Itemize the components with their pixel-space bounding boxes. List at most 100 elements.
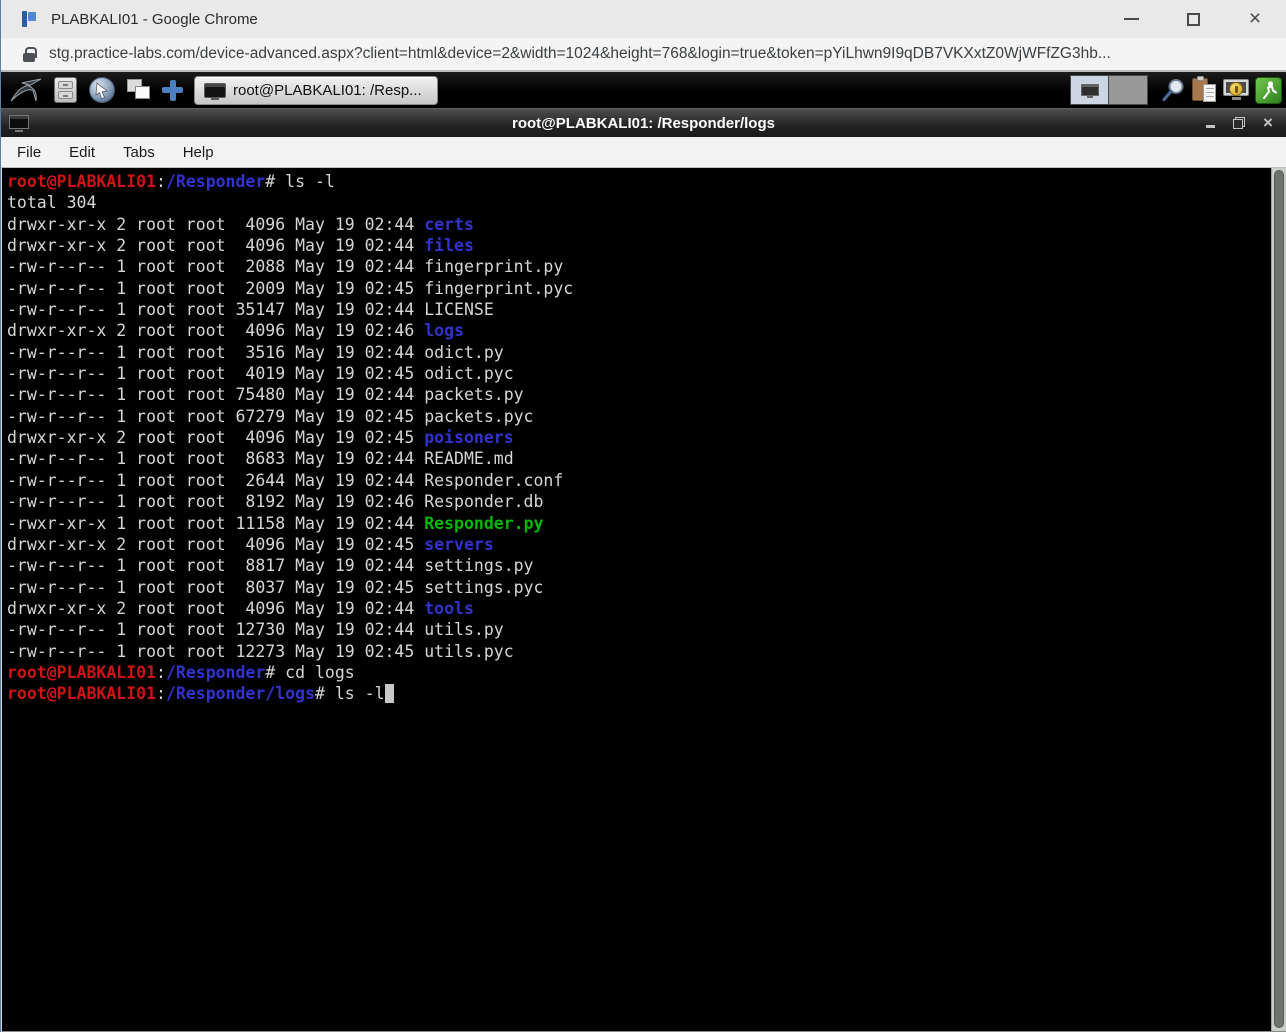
terminal-text-segment: -rw-r--r-- 1 root root 8192 May 19 02:46… bbox=[7, 492, 544, 512]
terminal-text-segment: Responder.py bbox=[424, 513, 544, 533]
menu-item-file[interactable]: File bbox=[7, 140, 51, 165]
terminal-text-segment: -rw-r--r-- 1 root root 12730 May 19 02:4… bbox=[7, 620, 504, 640]
terminal-text-segment: # ls -l bbox=[265, 172, 335, 191]
terminal-icon bbox=[204, 82, 226, 100]
logout-icon[interactable] bbox=[1255, 76, 1282, 104]
terminal-text-segment: -rw-r--r-- 1 root root 8037 May 19 02:45… bbox=[7, 577, 544, 597]
terminal-line: drwxr-xr-x 2 root root 4096 May 19 02:44… bbox=[7, 214, 1262, 235]
terminal-text-segment: -rw-r--r-- 1 root root 35147 May 19 02:4… bbox=[7, 300, 494, 320]
maximize-button[interactable] bbox=[1162, 0, 1224, 38]
terminal-cursor bbox=[384, 684, 395, 704]
clipboard-paper bbox=[1203, 83, 1216, 102]
terminal-line: -rw-r--r-- 1 root root 12273 May 19 02:4… bbox=[7, 641, 1262, 662]
terminal-text-segment: root@PLABKALI01 bbox=[7, 662, 157, 682]
terminal-text-segment: poisoners bbox=[424, 428, 514, 448]
drawer-icon bbox=[58, 91, 73, 100]
terminal-window-icon bbox=[9, 115, 29, 132]
terminal-line: -rw-r--r-- 1 root root 4019 May 19 02:45… bbox=[7, 363, 1262, 384]
terminal-text-segment: -rw-r--r-- 1 root root 2009 May 19 02:45… bbox=[7, 278, 574, 298]
terminal-text-segment: : bbox=[156, 684, 166, 704]
terminal-line: drwxr-xr-x 2 root root 4096 May 19 02:45… bbox=[7, 534, 1262, 555]
workspace-2-cell[interactable] bbox=[1109, 76, 1147, 104]
terminal-titlebar[interactable]: root@PLABKALI01: /Responder/logs × bbox=[1, 108, 1286, 137]
terminal-text-segment: -rw-r--r-- 1 root root 12273 May 19 02:4… bbox=[7, 641, 514, 661]
terminal-text-segment: total 304 bbox=[7, 193, 97, 213]
monitor-icon bbox=[1080, 84, 1099, 98]
terminal-line: total 304 bbox=[7, 192, 1262, 213]
terminal-scrollbar[interactable] bbox=[1271, 168, 1286, 1031]
lock-icon[interactable] bbox=[23, 46, 37, 62]
terminal-text-segment: : bbox=[156, 662, 166, 682]
terminal-minimize-button[interactable] bbox=[1202, 115, 1218, 131]
terminal-line: -rw-r--r-- 1 root root 8817 May 19 02:44… bbox=[7, 555, 1262, 576]
menu-item-tabs[interactable]: Tabs bbox=[113, 140, 165, 165]
chrome-titlebar: PLABKALI01 - Google Chrome × bbox=[1, 0, 1286, 38]
terminal-line: drwxr-xr-x 2 root root 4096 May 19 02:46… bbox=[7, 320, 1262, 341]
restore-icon bbox=[1233, 117, 1245, 129]
terminal-body: root@PLABKALI01:/Responder# ls -l total 3… bbox=[1, 168, 1286, 1032]
terminal-title: root@PLABKALI01: /Responder/logs bbox=[512, 114, 775, 132]
web-browser-icon[interactable] bbox=[88, 76, 116, 104]
kali-logo-icon[interactable] bbox=[9, 77, 43, 103]
workspace-1-cell[interactable] bbox=[1071, 76, 1109, 104]
url-text[interactable]: stg.practice-labs.com/device-advanced.as… bbox=[49, 45, 1111, 63]
clipboard-icon[interactable] bbox=[1190, 75, 1217, 104]
terminal-line: -rw-r--r-- 1 root root 2009 May 19 02:45… bbox=[7, 278, 1262, 299]
terminal-line: -rw-r--r-- 1 root root 8037 May 19 02:45… bbox=[7, 577, 1262, 598]
terminal-text-segment: drwxr-xr-x 2 root root 4096 May 19 02:46 bbox=[7, 321, 425, 341]
terminal-line: -rw-r--r-- 1 root root 2088 May 19 02:44… bbox=[7, 256, 1262, 277]
terminal-text-segment: servers bbox=[424, 534, 494, 554]
terminal-window-controls: × bbox=[1202, 109, 1276, 137]
terminal-text-segment: /Responder bbox=[165, 172, 266, 191]
file-manager-icon[interactable] bbox=[54, 77, 77, 103]
scrollbar-thumb[interactable] bbox=[1274, 170, 1284, 1028]
keyring-icon[interactable] bbox=[1221, 77, 1251, 103]
terminal-text-segment: -rw-r--r-- 1 root root 3516 May 19 02:44… bbox=[7, 342, 504, 362]
terminal-text-segment: # ls -l bbox=[314, 684, 385, 704]
chrome-window-controls: × bbox=[1100, 0, 1286, 38]
terminal-output[interactable]: root@PLABKALI01:/Responder# ls -l total 3… bbox=[2, 168, 1286, 705]
terminal-line: -rw-r--r-- 1 root root 8192 May 19 02:46… bbox=[7, 491, 1262, 512]
terminal-restore-button[interactable] bbox=[1231, 115, 1247, 131]
terminal-text-segment: drwxr-xr-x 2 root root 4096 May 19 02:44 bbox=[7, 214, 425, 234]
magnifier-icon[interactable] bbox=[1160, 77, 1186, 103]
terminal-text-segment: root@PLABKALI01 bbox=[7, 172, 157, 191]
terminal-text-segment: drwxr-xr-x 2 root root 4096 May 19 02:44 bbox=[7, 236, 425, 256]
terminal-text-segment: -rw-r--r-- 1 root root 4019 May 19 02:45… bbox=[7, 364, 514, 384]
terminal-text-segment: /Responder bbox=[165, 662, 266, 682]
taskbar-tab-label: root@PLABKALI01: /Resp... bbox=[233, 81, 422, 99]
terminal-close-button[interactable]: × bbox=[1260, 113, 1276, 132]
practice-labs-favicon-icon bbox=[21, 11, 37, 27]
taskbar-window-tab[interactable]: root@PLABKALI01: /Resp... bbox=[194, 75, 438, 105]
minimize-button[interactable] bbox=[1100, 0, 1162, 38]
workspace-pager bbox=[1070, 75, 1148, 105]
terminal-line: -rwxr-xr-x 1 root root 11158 May 19 02:4… bbox=[7, 513, 1262, 534]
keyring-key bbox=[1229, 82, 1243, 96]
terminal-line: root@PLABKALI01:/Responder# cd logs bbox=[7, 662, 1262, 683]
terminal-text-segment: certs bbox=[424, 214, 474, 234]
terminal-line: -rw-r--r-- 1 root root 8683 May 19 02:44… bbox=[7, 448, 1262, 469]
terminal-menubar: File Edit Tabs Help bbox=[1, 137, 1286, 168]
terminal-line: -rw-r--r-- 1 root root 2644 May 19 02:44… bbox=[7, 470, 1262, 491]
terminal-line: -rw-r--r-- 1 root root 75480 May 19 02:4… bbox=[7, 384, 1262, 405]
terminal-line: drwxr-xr-x 2 root root 4096 May 19 02:45… bbox=[7, 427, 1262, 448]
terminal-text-segment: # cd logs bbox=[265, 662, 355, 682]
window-list-icon[interactable] bbox=[127, 79, 151, 101]
add-launcher-icon[interactable] bbox=[162, 79, 183, 101]
menu-item-edit[interactable]: Edit bbox=[59, 140, 105, 165]
terminal-text-segment: -rw-r--r-- 1 root root 2088 May 19 02:44… bbox=[7, 257, 564, 277]
terminal-line: -rw-r--r-- 1 root root 67279 May 19 02:4… bbox=[7, 406, 1262, 427]
terminal-text-segment: drwxr-xr-x 2 root root 4096 May 19 02:44 bbox=[7, 598, 425, 618]
terminal-text-segment: -rw-r--r-- 1 root root 75480 May 19 02:4… bbox=[7, 385, 524, 405]
terminal-text-segment: drwxr-xr-x 2 root root 4096 May 19 02:45 bbox=[7, 428, 425, 448]
terminal-line: root@PLABKALI01:/Responder# ls -l bbox=[7, 171, 1262, 192]
terminal-text-segment: tools bbox=[424, 598, 474, 618]
terminal-line: -rw-r--r-- 1 root root 12730 May 19 02:4… bbox=[7, 619, 1262, 640]
terminal-text-segment: /Responder/logs bbox=[165, 684, 315, 704]
kali-taskbar: root@PLABKALI01: /Resp... bbox=[1, 72, 1286, 108]
menu-item-help[interactable]: Help bbox=[173, 140, 224, 165]
close-button[interactable]: × bbox=[1224, 0, 1286, 38]
terminal-text-segment: -rw-r--r-- 1 root root 67279 May 19 02:4… bbox=[7, 406, 534, 426]
window-title: PLABKALI01 - Google Chrome bbox=[51, 10, 258, 28]
terminal-text-segment: files bbox=[424, 236, 474, 256]
